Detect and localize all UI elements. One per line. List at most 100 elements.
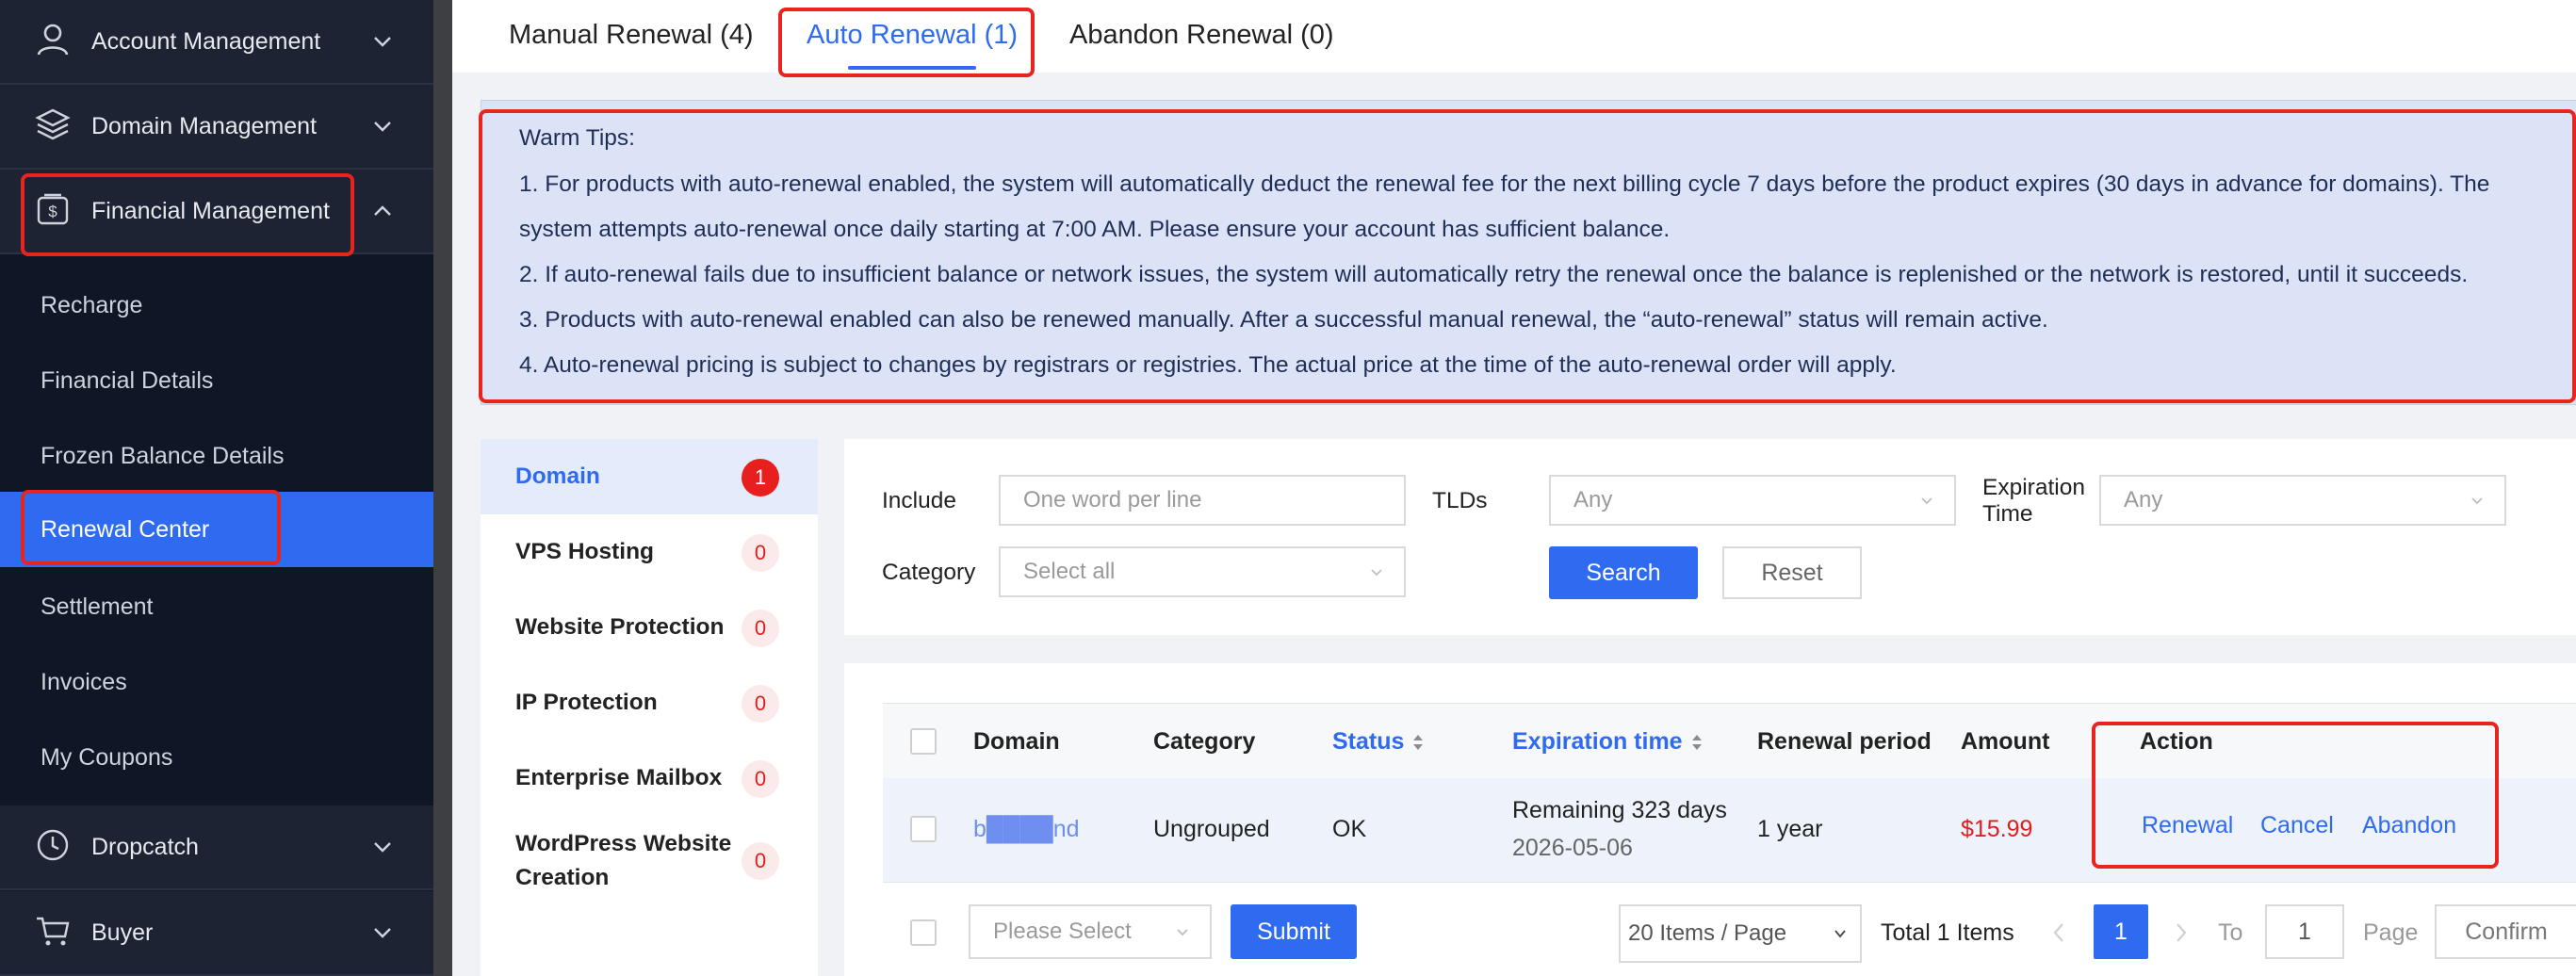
sidebar-group-label: Buyer <box>91 919 154 946</box>
sidebar-item-label: Financial Details <box>41 367 214 394</box>
page-size-value: 20 Items / Page <box>1628 920 1787 946</box>
category-select[interactable]: Select all <box>999 546 1406 597</box>
chevron-down-icon <box>1371 569 1382 577</box>
category-label: Category <box>882 560 976 585</box>
column-header-expiration-label: Expiration time <box>1512 728 1683 755</box>
submit-button[interactable]: Submit <box>1231 904 1357 959</box>
sidebar-divider <box>433 0 452 976</box>
filter-panel: Include One word per line TLDs Any Expir… <box>844 439 2576 635</box>
sidebar-item-label: Settlement <box>41 594 154 620</box>
category-item-enterprise-mailbox[interactable]: Enterprise Mailbox 0 <box>481 740 818 816</box>
bulk-action-select-value: Please Select <box>993 919 1132 944</box>
chevron-down-icon <box>2471 497 2483 505</box>
expiration-date: 2026-05-06 <box>1512 835 1633 861</box>
sidebar-group-buyer[interactable]: Buyer <box>0 891 433 976</box>
category-label: WordPress Website Creation <box>515 831 732 890</box>
cart-icon <box>37 917 70 946</box>
chevron-left-icon[interactable] <box>2050 921 2067 944</box>
category-count-badge: 0 <box>742 534 779 572</box>
category-item-domain[interactable]: Domain 1 <box>481 439 818 514</box>
highlight-box <box>21 490 281 565</box>
sidebar-group-dropcatch[interactable]: Dropcatch <box>0 805 433 890</box>
highlight-box <box>778 8 1035 77</box>
include-input[interactable]: One word per line <box>999 475 1406 526</box>
chevron-down-icon <box>374 37 391 47</box>
confirm-button[interactable]: Confirm <box>2435 904 2576 959</box>
tab-manual-renewal[interactable]: Manual Renewal (4) <box>509 0 754 70</box>
page-number-current[interactable]: 1 <box>2094 904 2148 959</box>
category-label: VPS Hosting <box>515 539 655 564</box>
goto-label: To <box>2218 919 2243 946</box>
chevron-down-icon <box>1177 929 1188 936</box>
row-checkbox[interactable] <box>910 816 937 842</box>
sidebar-item-financial-details[interactable]: Financial Details <box>0 343 433 418</box>
remaining-days: Remaining 323 days <box>1512 797 1727 823</box>
sidebar-item-my-coupons[interactable]: My Coupons <box>0 720 433 795</box>
sidebar-item-label: Recharge <box>41 292 143 318</box>
renewal-period-cell: 1 year <box>1757 816 1823 842</box>
column-header-status-label: Status <box>1332 728 1405 755</box>
category-item-ip-protection[interactable]: IP Protection 0 <box>481 665 818 740</box>
sidebar-item-label: My Coupons <box>41 744 173 771</box>
user-icon <box>37 24 69 56</box>
tab-abandon-renewal[interactable]: Abandon Renewal (0) <box>1069 0 1334 70</box>
sort-icon <box>1691 735 1702 751</box>
sidebar-item-settlement[interactable]: Settlement <box>0 569 433 644</box>
renewal-tabs: Manual Renewal (4) Auto Renewal (1) Aban… <box>452 0 2576 73</box>
category-item-website-protection[interactable]: Website Protection 0 <box>481 590 818 665</box>
sidebar-item-frozen-balance-details[interactable]: Frozen Balance Details <box>0 418 433 494</box>
column-header-status[interactable]: Status <box>1332 728 1425 756</box>
page-label: Page <box>2363 919 2419 946</box>
category-label: Website Protection <box>515 614 725 640</box>
expiration-time-select[interactable]: Any <box>2099 475 2506 526</box>
page-size-select[interactable]: 20 Items / Page <box>1619 904 1862 963</box>
reset-button[interactable]: Reset <box>1722 546 1862 599</box>
highlight-box <box>2092 722 2499 869</box>
column-header-expiration-time[interactable]: Expiration time <box>1512 728 1704 756</box>
category-count-badge: 1 <box>742 459 779 496</box>
expiration-time-label: Expiration Time <box>1982 475 2085 527</box>
tlds-select[interactable]: Any <box>1549 475 1956 526</box>
sidebar-item-label: Invoices <box>41 669 127 695</box>
category-label: Domain <box>515 464 600 489</box>
category-item-vps-hosting[interactable]: VPS Hosting 0 <box>481 514 818 590</box>
column-header-renewal-period: Renewal period <box>1757 728 1932 755</box>
chevron-down-icon <box>374 122 391 132</box>
sidebar-item-recharge[interactable]: Recharge <box>0 268 433 343</box>
clock-icon <box>37 829 69 861</box>
column-header-domain: Domain <box>973 728 1060 755</box>
sidebar-item-invoices[interactable]: Invoices <box>0 644 433 720</box>
chevron-down-icon <box>374 842 391 853</box>
product-category-list: Domain 1 VPS Hosting 0 Website Protectio… <box>481 439 818 976</box>
include-label: Include <box>882 488 957 513</box>
search-button[interactable]: Search <box>1549 546 1698 599</box>
highlight-box <box>479 109 2576 403</box>
bulk-action-select[interactable]: Please Select <box>969 904 1212 959</box>
chevron-down-icon <box>374 928 391 938</box>
sidebar-group-account-management[interactable]: Account Management <box>0 0 433 85</box>
sidebar: Account Management Domain Management $ F… <box>0 0 433 976</box>
chevron-right-icon[interactable] <box>2173 921 2190 944</box>
category-count-badge: 0 <box>742 610 779 647</box>
sidebar-group-domain-management[interactable]: Domain Management <box>0 85 433 170</box>
domain-link[interactable]: b████nd <box>973 816 1080 843</box>
category-count-badge: 0 <box>742 760 779 798</box>
category-count-badge: 0 <box>742 842 779 880</box>
highlight-box <box>21 173 354 256</box>
goto-page-input[interactable]: 1 <box>2265 904 2344 959</box>
column-header-category: Category <box>1153 728 1256 755</box>
status-cell: OK <box>1332 816 1367 842</box>
category-count-badge: 0 <box>742 685 779 723</box>
footer-select-all-checkbox[interactable] <box>910 919 937 946</box>
tlds-select-value: Any <box>1573 487 1613 512</box>
category-select-value: Select all <box>1023 559 1116 584</box>
sidebar-group-label: Dropcatch <box>91 834 199 860</box>
sidebar-item-label: Frozen Balance Details <box>41 443 285 469</box>
category-item-wordpress-website-creation[interactable]: WordPress Website Creation 0 <box>481 816 818 906</box>
layers-icon <box>35 108 71 140</box>
select-all-checkbox[interactable] <box>910 728 937 755</box>
chevron-down-icon <box>1921 497 1932 505</box>
tlds-label: TLDs <box>1432 488 1488 513</box>
sort-icon <box>1413 735 1424 751</box>
category-label: Enterprise Mailbox <box>515 765 723 790</box>
